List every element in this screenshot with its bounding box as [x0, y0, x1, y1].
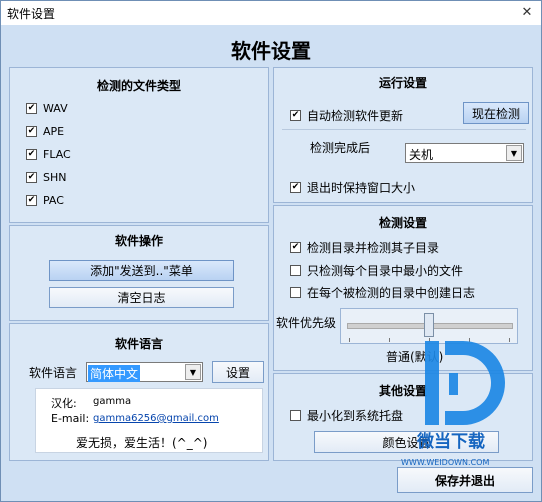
check-icon: ✔ — [26, 103, 37, 114]
language-select-value: 简体中文 — [88, 365, 141, 382]
language-setup-button[interactable]: 设置 — [212, 361, 264, 383]
keep-window-size-checkbox[interactable]: ✔ 退出时保持窗口大小 — [290, 179, 415, 196]
check-icon: ✔ — [290, 182, 301, 193]
file-types-title: 检测的文件类型 — [96, 79, 181, 93]
detect-settings-title: 检测设置 — [378, 216, 427, 230]
motto-text: 爱无损，爱生活！(^_^) — [76, 436, 208, 450]
window-title: 软件设置 — [7, 7, 56, 21]
software-ops-title: 软件操作 — [114, 234, 163, 248]
check-icon: ✔ — [290, 242, 301, 253]
create-log-checkbox[interactable]: 在每个被检测的目录中创建日志 — [290, 284, 475, 301]
detect-subdirs-checkbox[interactable]: ✔ 检测目录并检测其子目录 — [290, 239, 439, 256]
after-check-label: 检测完成后 — [310, 141, 371, 155]
clear-log-button[interactable]: 清空日志 — [49, 287, 234, 308]
credit-label: 汉化: — [51, 397, 77, 410]
settings-window: 软件设置 ✕ 软件设置 检测的文件类型 ✔ WAV ✔ APE ✔ FLAC ✔ SHN… — [0, 0, 542, 502]
check-icon: ✔ — [26, 195, 37, 206]
software-ops-panel: 软件操作 添加"发送到.."菜单 清空日志 — [9, 225, 269, 321]
filetype-shn[interactable]: ✔ SHN — [26, 171, 66, 184]
check-now-button[interactable]: 现在检测 — [463, 102, 529, 124]
minimize-tray-checkbox[interactable]: 最小化到系统托盘 — [290, 407, 403, 424]
credit-value: gamma — [93, 396, 132, 407]
email-link[interactable]: gamma6256@gmail.com — [93, 413, 219, 424]
weidown-logo-watermark: 微当下载 WWW.WEIDOWN.COM — [401, 341, 505, 467]
watermark-text: 微当下载 — [416, 431, 485, 452]
check-icon: ✔ — [290, 110, 301, 121]
filetype-wav[interactable]: ✔ WAV — [26, 102, 68, 115]
auto-update-checkbox[interactable]: ✔ 自动检测软件更新 — [290, 107, 403, 124]
filetype-flac[interactable]: ✔ FLAC — [26, 148, 71, 161]
run-settings-title: 运行设置 — [378, 76, 427, 90]
add-sendto-menu-button[interactable]: 添加"发送到.."菜单 — [49, 260, 234, 281]
filetype-pac[interactable]: ✔ PAC — [26, 194, 64, 207]
language-panel: 软件语言 软件语言 简体中文 ▼ 设置 汉化: gamma E-mail: ga… — [9, 323, 269, 461]
page-title: 软件设置 — [231, 39, 311, 63]
watermark-url: WWW.WEIDOWN.COM — [401, 458, 489, 467]
chevron-down-icon: ▼ — [185, 364, 201, 380]
filetype-ape[interactable]: ✔ APE — [26, 125, 64, 138]
smallest-file-checkbox[interactable]: 只检测每个目录中最小的文件 — [290, 262, 463, 279]
run-settings-panel: 运行设置 ✔ 自动检测软件更新 现在检测 检测完成后 关机 ▼ ✔ 退出时保持窗口大… — [273, 67, 533, 203]
after-check-select[interactable]: 关机 ▼ — [405, 143, 524, 163]
check-icon: ✔ — [26, 149, 37, 160]
after-check-value: 关机 — [409, 148, 434, 162]
check-icon: ✔ — [26, 126, 37, 137]
divider — [282, 129, 526, 130]
priority-label: 软件优先级 — [276, 316, 337, 330]
slider-thumb[interactable] — [424, 313, 434, 337]
chevron-down-icon: ▼ — [506, 145, 522, 161]
language-label: 软件语言 — [29, 366, 78, 380]
file-types-panel: 检测的文件类型 ✔ WAV ✔ APE ✔ FLAC ✔ SHN ✔ PAC — [9, 67, 269, 223]
credits-box: 汉化: gamma E-mail: gamma6256@gmail.com 爱无… — [35, 388, 263, 453]
title-bar: 软件设置 ✕ — [1, 1, 541, 25]
email-label: E-mail: — [51, 412, 90, 425]
language-title: 软件语言 — [114, 337, 163, 351]
language-select[interactable]: 简体中文 ▼ — [86, 362, 203, 382]
close-icon[interactable]: ✕ — [519, 5, 535, 21]
check-icon: ✔ — [26, 172, 37, 183]
